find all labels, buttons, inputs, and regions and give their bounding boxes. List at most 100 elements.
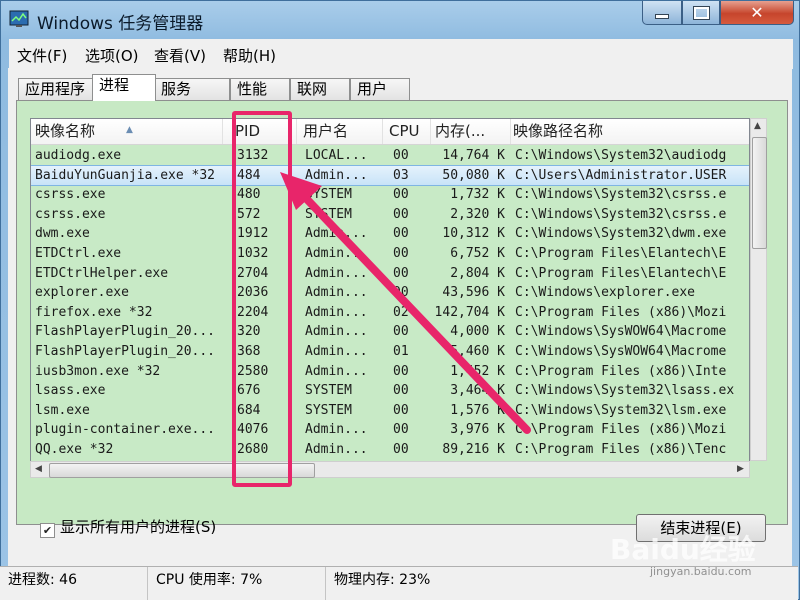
table-row[interactable]: QQ.exe *32 2680 Admin... 00 89,216 K C:\Progr… [31, 440, 749, 460]
table-row[interactable]: audiodg.exe 3132 LOCAL... 00 14,764 K C:\Wind… [31, 146, 749, 166]
tab-applications[interactable]: 应用程序 [18, 78, 94, 100]
table-row[interactable]: explorer.exe 2036 Admin... 00 43,596 K C:\Win… [31, 283, 749, 303]
menu-bar: 文件(F) 选项(O) 查看(V) 帮助(H) [9, 39, 793, 69]
scroll-left-icon[interactable]: ◀ [35, 464, 42, 474]
tab-networking[interactable]: 联网 [290, 78, 350, 100]
cell-cpu: 00 [393, 246, 409, 261]
close-button[interactable]: ✕ [720, 1, 794, 25]
column-image-name[interactable]: 映像名称 ▲ [31, 119, 223, 144]
cell-memory: 2,804 K [450, 265, 505, 281]
cell-user-name: Admin... [305, 363, 368, 379]
cell-memory: 10,312 K [442, 226, 505, 242]
task-manager-icon [9, 10, 29, 27]
cell-image-path: C:\Program Files\Elantech\E [515, 265, 727, 281]
table-row[interactable]: FlashPlayerPlugin_20... 320 Admin... 00 4,00… [31, 322, 749, 342]
cell-memory: 3,464 K [450, 383, 505, 399]
tab-services[interactable]: 服务 [154, 78, 230, 100]
table-row[interactable]: dwm.exe 1912 Admin... 00 10,312 K C:\Windows\… [31, 224, 749, 244]
cell-user-name: Admin... [305, 246, 368, 261]
table-row[interactable]: firefox.exe *32 2204 Admin... 02 142,704 K C:… [31, 303, 749, 323]
table-row[interactable]: iusb3mon.exe *32 2580 Admin... 00 1,452 K C:\… [31, 362, 749, 382]
cell-user-name: Admin... [305, 265, 368, 281]
cell-image-path: C:\Windows\System32\csrss.e [515, 206, 727, 222]
cell-image-name: lsass.exe [35, 383, 106, 399]
scroll-up-icon[interactable]: ▲ [754, 121, 761, 131]
table-row[interactable]: BaiduYunGuanjia.exe *32 484 Admin... 03 50,0… [31, 164, 749, 187]
table-row[interactable]: csrss.exe 572 SYSTEM 00 2,320 K C:\Windows\Sy… [31, 205, 749, 225]
cell-image-path: C:\Windows\System32\dwm.exe [515, 226, 727, 242]
cell-image-path: C:\Program Files (x86)\Mozi [515, 422, 727, 438]
column-memory[interactable]: 内存(... [431, 119, 511, 144]
cell-cpu: 00 [393, 383, 409, 399]
menu-options[interactable]: 选项(O) [85, 45, 139, 66]
table-row[interactable]: FlashPlayerPlugin_20... 368 Admin... 01 5,46… [31, 342, 749, 362]
table-row[interactable]: plugin-container.exe... 4076 Admin... 00 3,9… [31, 420, 749, 440]
scroll-right-icon[interactable]: ▶ [737, 464, 744, 474]
menu-file[interactable]: 文件(F) [17, 45, 67, 66]
cell-memory: 43,596 K [442, 285, 505, 301]
show-all-users-checkbox[interactable]: ✔ 显示所有用户的进程(S) [40, 516, 216, 538]
menu-view[interactable]: 查看(V) [154, 45, 206, 66]
column-user-name[interactable]: 用户名 [299, 119, 383, 144]
process-list[interactable]: 映像名称 ▲ PID 用户名 CPU 内存(... 映像路径名称 audiodg.… [30, 118, 750, 478]
cell-image-name: iusb3mon.exe *32 [35, 363, 161, 379]
minimize-icon [655, 14, 669, 19]
menu-help[interactable]: 帮助(H) [223, 45, 276, 66]
cell-memory: 1,732 K [450, 187, 505, 203]
cell-image-name: ETDCtrlHelper.exe [35, 265, 169, 281]
column-image-path[interactable]: 映像路径名称 [509, 119, 749, 144]
cell-image-name: BaiduYunGuanjia.exe *32 [35, 167, 216, 183]
cell-memory: 14,764 K [442, 148, 505, 163]
cell-cpu: 00 [393, 422, 409, 438]
table-row[interactable]: lsm.exe 684 SYSTEM 00 1,576 K C:\Windows\Syst… [31, 401, 749, 421]
cell-image-path: C:\Users\Administrator.USER [515, 167, 727, 183]
cell-cpu: 00 [393, 148, 409, 163]
cell-image-path: C:\Program Files (x86)\Mozi [515, 304, 727, 320]
cell-user-name: Admin... [305, 324, 368, 340]
cell-cpu: 02 [393, 304, 409, 320]
table-row[interactable]: ETDCtrl.exe 1032 Admin... 00 6,752 K C:\Progr… [31, 244, 749, 264]
vertical-scroll-thumb[interactable] [752, 137, 767, 249]
cell-user-name: SYSTEM [305, 206, 352, 222]
horizontal-scrollbar[interactable]: ◀ ▶ [30, 461, 750, 478]
cell-image-name: explorer.exe [35, 285, 129, 301]
close-icon: ✕ [750, 3, 764, 22]
cell-user-name: Admin... [305, 167, 368, 183]
cell-user-name: SYSTEM [305, 402, 352, 418]
cell-image-name: firefox.exe *32 [35, 304, 153, 320]
cell-memory: 142,704 K [434, 304, 505, 320]
cell-image-name: plugin-container.exe... [35, 422, 216, 438]
table-row[interactable]: csrss.exe 480 SYSTEM 00 1,732 K C:\Windows\Sy… [31, 185, 749, 205]
client-area: 应用程序 进程 服务 性能 联网 用户 映像名称 ▲ PID 用户名 CPU 内存… [8, 68, 792, 566]
cell-memory: 2,320 K [450, 206, 505, 222]
cell-image-path: C:\Windows\SysWOW64\Macrome [515, 324, 727, 340]
title-bar[interactable]: Windows 任务管理器 ✕ [1, 1, 799, 37]
tab-processes[interactable]: 进程 [92, 74, 156, 101]
cell-memory: 3,976 K [450, 422, 505, 438]
cell-user-name: SYSTEM [305, 383, 352, 399]
vertical-scrollbar[interactable]: ▲ [750, 118, 767, 461]
cell-cpu: 00 [393, 187, 409, 203]
tab-performance[interactable]: 性能 [230, 78, 290, 100]
cell-user-name: Admin... [305, 226, 368, 242]
cell-image-path: C:\Windows\explorer.exe [515, 285, 696, 301]
show-all-users-label: 显示所有用户的进程(S) [60, 518, 217, 536]
tab-users[interactable]: 用户 [350, 78, 410, 100]
cell-user-name: LOCAL... [305, 148, 368, 163]
pid-highlight-box [232, 111, 292, 487]
table-row[interactable]: ETDCtrlHelper.exe 2704 Admin... 00 2,804 K C:… [31, 264, 749, 284]
column-cpu[interactable]: CPU [385, 119, 431, 144]
table-row[interactable]: lsass.exe 676 SYSTEM 00 3,464 K C:\Windows\Sy… [31, 381, 749, 401]
window-title: Windows 任务管理器 [37, 14, 204, 34]
status-process-count: 进程数: 46 [0, 567, 148, 600]
cell-image-path: C:\Program Files\Elantech\E [515, 246, 727, 261]
column-header: 映像名称 ▲ PID 用户名 CPU 内存(... 映像路径名称 [31, 119, 749, 145]
cell-image-name: FlashPlayerPlugin_20... [35, 344, 216, 359]
maximize-button[interactable] [682, 1, 720, 25]
minimize-button[interactable] [642, 1, 682, 25]
status-cpu-usage: CPU 使用率: 7% [148, 567, 326, 600]
cell-user-name: SYSTEM [305, 187, 352, 203]
cell-cpu: 01 [393, 344, 409, 359]
cell-image-name: dwm.exe [35, 226, 90, 242]
cell-memory: 6,752 K [450, 246, 505, 261]
